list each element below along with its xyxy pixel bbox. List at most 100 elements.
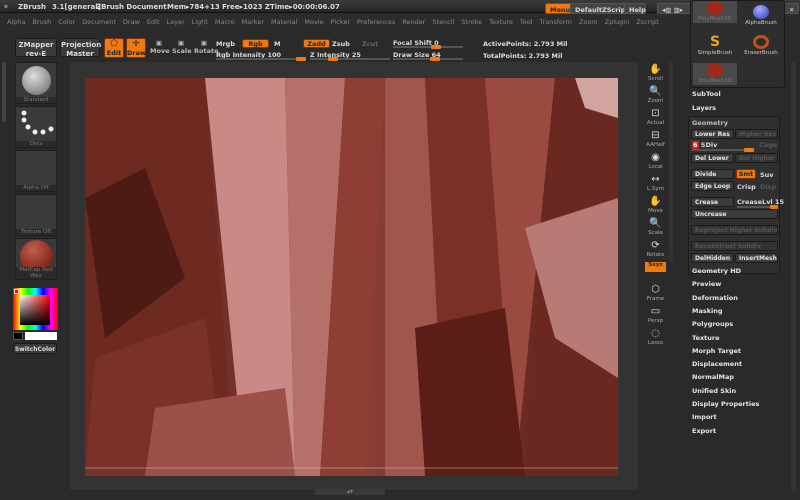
- section-normalmap[interactable]: NormalMap: [692, 373, 734, 381]
- tool-item[interactable]: S SimpleBrush: [693, 35, 737, 56]
- menu-picker[interactable]: Picker: [331, 18, 350, 26]
- section-display-properties[interactable]: Display Properties: [692, 400, 759, 408]
- tool-item[interactable]: EraserBrush: [739, 35, 783, 56]
- menu-stroke[interactable]: Stroke: [461, 18, 482, 26]
- shelf-lasso-button[interactable]: ◌ Lasso: [645, 328, 666, 348]
- section-polygroups[interactable]: Polygroups: [692, 320, 733, 328]
- projection-master-button[interactable]: Projection Master: [60, 38, 101, 58]
- texture-button[interactable]: Texture Off: [15, 194, 57, 236]
- scale-button[interactable]: ▣ Scale: [172, 39, 192, 55]
- rgb-intensity-slider[interactable]: [216, 57, 306, 61]
- shelf-lsym-button[interactable]: ↔ L.Sym: [645, 174, 666, 194]
- shelf-scale-button[interactable]: 🔍 Scale: [645, 218, 666, 238]
- material-button[interactable]: MatCap Red Wax: [15, 238, 57, 280]
- right-shelf-scrollbar[interactable]: [669, 62, 673, 262]
- rotate-button[interactable]: ▣ Rotate: [194, 39, 218, 55]
- divide-button[interactable]: Divide: [691, 169, 734, 179]
- brush-button[interactable]: Standard: [15, 62, 57, 104]
- shelf-move-button[interactable]: ✋ Move: [645, 196, 666, 216]
- geometry-header[interactable]: Geometry: [692, 119, 728, 127]
- menu-movie[interactable]: Movie: [304, 18, 323, 26]
- secondary-color-swatch[interactable]: [25, 332, 57, 340]
- alpha-button[interactable]: Alpha Off: [15, 150, 57, 192]
- disp-slider[interactable]: Disp: [760, 183, 776, 191]
- section-morph-target[interactable]: Morph Target: [692, 347, 741, 355]
- m-button[interactable]: M: [274, 40, 280, 48]
- shelf-frame-button[interactable]: ⬡ Frame: [645, 284, 666, 304]
- menu-layer[interactable]: Layer: [167, 18, 185, 26]
- menu-render[interactable]: Render: [402, 18, 425, 26]
- mrgb-button[interactable]: Mrgb: [216, 40, 235, 48]
- cage-button[interactable]: Cage: [759, 141, 777, 149]
- crisp-toggle[interactable]: Crisp: [737, 183, 756, 191]
- section-texture[interactable]: Texture: [692, 334, 720, 342]
- menu-transform[interactable]: Transform: [540, 18, 572, 26]
- help-button[interactable]: Help: [624, 3, 646, 14]
- section-masking[interactable]: Masking: [692, 307, 723, 315]
- zcut-button[interactable]: Zcut: [362, 40, 378, 48]
- section-unified-skin[interactable]: Unified Skin: [692, 387, 736, 395]
- del-lower-button[interactable]: Del Lower: [691, 153, 734, 163]
- z-intensity-slider[interactable]: [310, 57, 390, 61]
- del-higher-button[interactable]: Del Higher: [735, 153, 778, 163]
- edge-loop-button[interactable]: Edge Loop: [691, 181, 734, 191]
- reproject-higher-subdiv-button[interactable]: Reproject Higher Subdiv: [691, 225, 778, 235]
- higher-res-button[interactable]: Higher Res: [735, 129, 778, 139]
- section-displacement[interactable]: Displacement: [692, 360, 742, 368]
- switch-color-button[interactable]: SwitchColor: [13, 343, 57, 354]
- right-panel-scrollbar[interactable]: [791, 62, 796, 492]
- del-hidden-button[interactable]: DelHidden: [691, 253, 734, 263]
- close-icon[interactable]: ✕: [784, 3, 800, 14]
- rgb-button[interactable]: Rgb: [242, 39, 269, 48]
- color-picker[interactable]: [13, 288, 58, 330]
- shelf-actual-button[interactable]: ⊡ Actual: [645, 108, 666, 128]
- shelf-local-button[interactable]: ◉ Local: [645, 152, 666, 172]
- insert-mesh-button[interactable]: InsertMesh: [735, 253, 778, 263]
- menu-edit[interactable]: Edit: [147, 18, 160, 26]
- shelf-aahalf-button[interactable]: ⊟ AAHalf: [645, 130, 666, 150]
- crease-button[interactable]: Crease: [691, 197, 734, 207]
- main-color-swatch[interactable]: [13, 332, 23, 340]
- lower-res-button[interactable]: Lower Res: [691, 129, 734, 139]
- draw-button[interactable]: ✛ Draw: [126, 38, 146, 58]
- shelf-scroll-button[interactable]: ✋ Scroll: [645, 64, 666, 84]
- left-scrollbar[interactable]: [2, 62, 6, 122]
- menu-zoom[interactable]: Zoom: [579, 18, 598, 26]
- menu-alpha[interactable]: Alpha: [7, 18, 25, 26]
- zmapper-button[interactable]: ZMapper rev-E: [15, 38, 57, 58]
- menu-texture[interactable]: Texture: [489, 18, 513, 26]
- menu-macro[interactable]: Macro: [215, 18, 235, 26]
- menu-zscript[interactable]: Zscript: [636, 18, 659, 26]
- shelf-zoom-button[interactable]: 🔍 Zoom: [645, 86, 666, 106]
- tool-item[interactable]: AlphaBrush: [739, 5, 783, 26]
- crease-level-track[interactable]: [737, 205, 778, 209]
- section-deformation[interactable]: Deformation: [692, 294, 738, 302]
- menu-document[interactable]: Document: [82, 18, 116, 26]
- tool-item[interactable]: PolyMesh3D: [693, 1, 737, 23]
- shelf-sxyz-button[interactable]: Sxyz: [645, 262, 666, 272]
- suv-toggle[interactable]: Suv: [760, 171, 774, 179]
- shelf-persp-button[interactable]: ▭ Persp: [645, 306, 666, 326]
- move-button[interactable]: ▣ Move: [150, 39, 170, 55]
- section-import[interactable]: Import: [692, 413, 717, 421]
- sdiv-slider[interactable]: [692, 148, 754, 152]
- uncrease-button[interactable]: Uncrease: [691, 209, 778, 219]
- menu-stencil[interactable]: Stencil: [432, 18, 454, 26]
- color-saturation-square[interactable]: [20, 295, 50, 325]
- smt-toggle[interactable]: Smt: [736, 169, 756, 179]
- menu-brush[interactable]: Brush: [32, 18, 51, 26]
- zadd-button[interactable]: Zadd: [303, 39, 330, 48]
- menu-preferences[interactable]: Preferences: [357, 18, 395, 26]
- focal-shift-slider[interactable]: [393, 45, 463, 49]
- reconstruct-subdiv-button[interactable]: Reconstruct Subdiv: [691, 241, 778, 251]
- canvas-viewport[interactable]: [85, 78, 618, 476]
- menu-color[interactable]: Color: [58, 18, 75, 26]
- menu-zplugin[interactable]: Zplugin: [605, 18, 630, 26]
- shelf-rotate-button[interactable]: ⟳ Rotate: [645, 240, 666, 260]
- section-preview[interactable]: Preview: [692, 280, 721, 288]
- menu-material[interactable]: Material: [271, 18, 297, 26]
- menu-light[interactable]: Light: [192, 18, 208, 26]
- draw-size-slider[interactable]: [393, 57, 463, 61]
- edit-button[interactable]: ⬠ Edit: [104, 38, 124, 58]
- zsub-button[interactable]: Zsub: [332, 40, 350, 48]
